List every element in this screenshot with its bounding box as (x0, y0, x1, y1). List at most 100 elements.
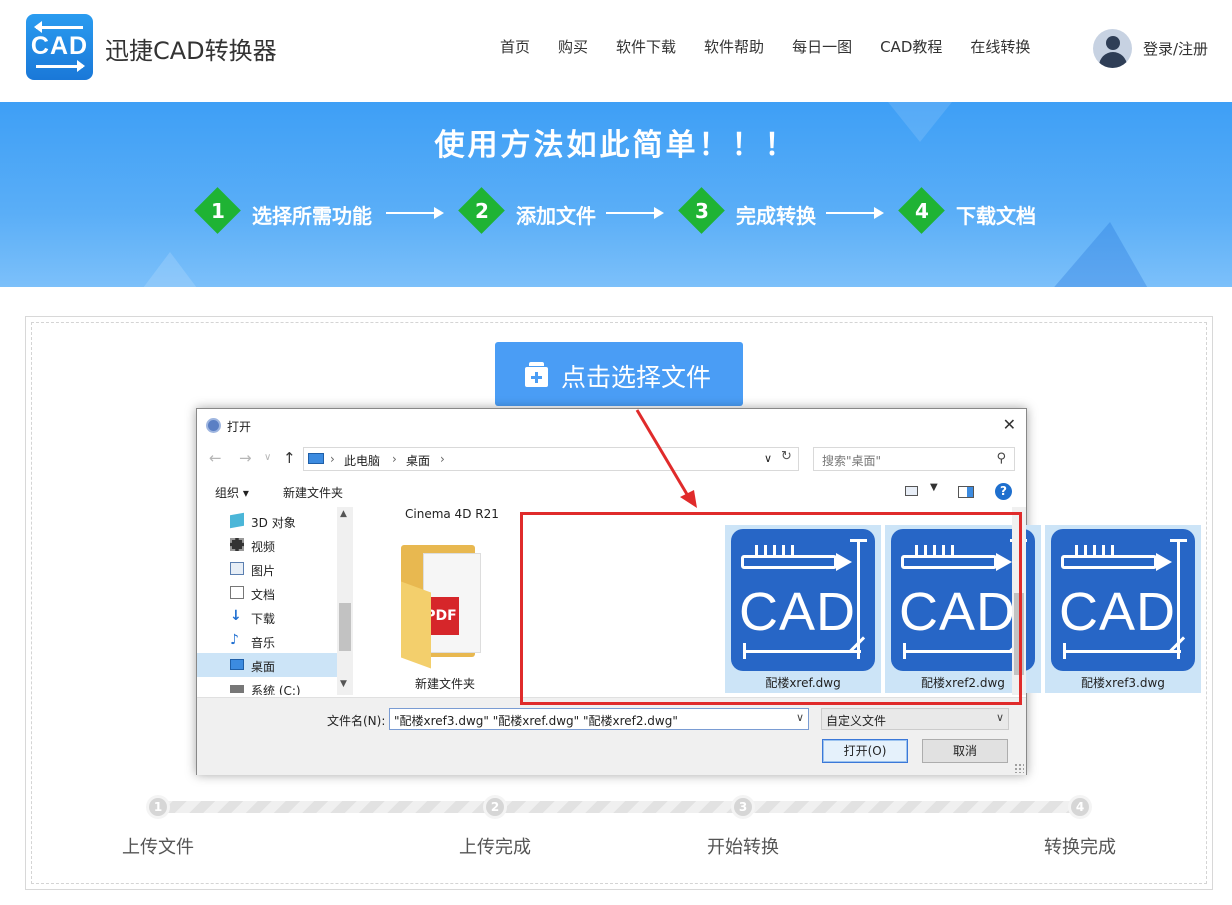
back-icon[interactable]: ← (209, 449, 222, 467)
address-bar[interactable]: › 此电脑 › 桌面 › ∨ (303, 447, 799, 471)
progress-track (158, 801, 1080, 813)
tree-item-desktop[interactable]: 桌面 (197, 653, 337, 677)
close-icon[interactable]: ✕ (1003, 415, 1016, 434)
folder-add-icon (525, 367, 548, 387)
step-label: 选择所需功能 (252, 204, 372, 228)
scroll-down-icon[interactable]: ▼ (340, 679, 347, 689)
folder-label[interactable]: 新建文件夹 (415, 675, 475, 692)
step-label: 下载文档 (956, 204, 1036, 228)
nav-home[interactable]: 首页 (500, 36, 530, 57)
step-label: 完成转换 (736, 204, 816, 228)
caret-down-icon[interactable]: ▼ (930, 482, 938, 493)
preview-pane-icon[interactable] (958, 486, 974, 498)
tree-item-music[interactable]: ♪ 音乐 (197, 629, 337, 653)
logo-icon[interactable]: CAD (26, 14, 93, 80)
chevron-right-icon: › (330, 452, 335, 466)
chevron-down-icon[interactable]: ∨ (764, 452, 772, 465)
nav-buy[interactable]: 购买 (558, 36, 588, 57)
nav-download[interactable]: 软件下载 (616, 36, 676, 57)
chevron-down-icon: ∨ (995, 711, 1004, 724)
folder-icon[interactable]: PDF (401, 537, 481, 669)
organize-menu[interactable]: 组织 ▾ (215, 484, 249, 501)
nav-online[interactable]: 在线转换 (970, 36, 1030, 57)
filename-input[interactable]: "配楼xref3.dwg" "配楼xref.dwg" "配楼xref2.dwg"… (389, 708, 809, 730)
nav-tutorial[interactable]: CAD教程 (880, 36, 942, 57)
login-link[interactable]: 登录/注册 (1143, 38, 1208, 59)
chevron-down-icon[interactable]: ∨ (264, 452, 271, 463)
open-button[interactable]: 打开(O) (822, 739, 908, 763)
logo-text: CAD (30, 32, 89, 60)
site-header: CAD 迅捷CAD转换器 首页 购买 软件下载 软件帮助 每日一图 CAD教程 … (0, 0, 1232, 102)
new-folder-button[interactable]: 新建文件夹 (283, 484, 343, 501)
tree-item-video[interactable]: 视频 (197, 533, 337, 557)
breadcrumb-desktop[interactable]: 桌面 (406, 452, 430, 469)
cancel-button[interactable]: 取消 (922, 739, 1008, 763)
dialog-footer: 文件名(N): "配楼xref3.dwg" "配楼xref.dwg" "配楼xr… (197, 697, 1026, 775)
avatar-body (1099, 52, 1127, 68)
cube-icon (230, 512, 244, 529)
arrow-left-icon (34, 21, 83, 33)
film-icon (230, 538, 244, 551)
progress-label: 转换完成 (1044, 837, 1116, 858)
tree-item-3d[interactable]: 3D 对象 (197, 509, 337, 533)
pencil-icon (1061, 553, 1172, 571)
search-icon: ⚲ (996, 451, 1006, 466)
filename-label: 文件名(N): (327, 714, 386, 728)
step-number: 4 (915, 199, 929, 223)
progress-dot: 2 (483, 795, 507, 819)
refresh-icon[interactable]: ↻ (781, 449, 792, 464)
filetype-select[interactable]: 自定义文件 ∨ (821, 708, 1009, 730)
nav-daily[interactable]: 每日一图 (792, 36, 852, 57)
arrow-right-icon (36, 60, 85, 72)
search-placeholder: 搜索"桌面" (822, 454, 882, 468)
nav-help[interactable]: 软件帮助 (704, 36, 764, 57)
computer-icon (308, 453, 324, 464)
progress-dot: 4 (1068, 795, 1092, 819)
avatar-head (1106, 36, 1120, 50)
tree-item-documents[interactable]: 文档 (197, 581, 337, 605)
step-number: 3 (695, 199, 709, 223)
step-label: 添加文件 (516, 204, 596, 228)
music-icon: ♪ (230, 632, 239, 648)
highlight-box (520, 512, 1022, 705)
download-icon: ↓ (230, 608, 242, 624)
progress-label: 上传文件 (122, 837, 194, 858)
decor-triangle (1050, 222, 1150, 287)
folder-add-icon-tab (529, 362, 544, 366)
address-row: ← → ∨ ↑ › 此电脑 › 桌面 › ∨ ↻ 搜索"桌面" ⚲ (197, 445, 1026, 473)
chevron-down-icon[interactable]: ∨ (796, 711, 804, 724)
arrow-right-icon (826, 207, 884, 219)
chevron-right-icon: › (440, 452, 445, 466)
scroll-up-icon[interactable]: ▲ (340, 509, 347, 519)
step-number: 1 (211, 199, 225, 223)
dialog-title: 打开 (227, 420, 252, 434)
tree-scrollbar[interactable]: ▲ ▼ (337, 507, 353, 695)
breadcrumb-pc[interactable]: 此电脑 (344, 452, 380, 469)
tree-item-downloads[interactable]: ↓ 下载 (197, 605, 337, 629)
file-label[interactable]: Cinema 4D R21 (405, 507, 499, 521)
view-icon[interactable] (905, 486, 918, 496)
arrow-right-icon (606, 207, 664, 219)
image-icon (230, 562, 244, 575)
select-file-button[interactable]: 点击选择文件 (495, 342, 743, 406)
desktop-icon (230, 659, 244, 670)
dialog-toolbar: 组织 ▾ 新建文件夹 ▼ ? (197, 479, 1026, 505)
scroll-thumb[interactable] (339, 603, 351, 651)
tree-item-pictures[interactable]: 图片 (197, 557, 337, 581)
help-icon[interactable]: ? (995, 483, 1012, 500)
up-icon[interactable]: ↑ (283, 449, 296, 467)
banner-title: 使用方法如此简单！！！ (434, 128, 798, 163)
forward-icon[interactable]: → (239, 449, 252, 467)
resize-grip-icon[interactable] (1014, 763, 1024, 773)
nav-tree: 3D 对象 视频 图片 文档 ↓ 下载 ♪ 音乐 桌面 系统 (C:) (197, 507, 353, 695)
document-icon (230, 586, 244, 599)
progress-label: 上传完成 (459, 837, 531, 858)
drive-icon (230, 685, 244, 693)
search-input[interactable]: 搜索"桌面" ⚲ (813, 447, 1015, 471)
progress-dot: 3 (731, 795, 755, 819)
avatar[interactable] (1093, 29, 1132, 68)
brand-name[interactable]: 迅捷CAD转换器 (105, 31, 277, 66)
tree-item-drive[interactable]: 系统 (C:) (197, 677, 337, 695)
step-number: 2 (475, 199, 489, 223)
cad-file-item[interactable]: CAD 配楼xref3.dwg (1045, 525, 1201, 693)
